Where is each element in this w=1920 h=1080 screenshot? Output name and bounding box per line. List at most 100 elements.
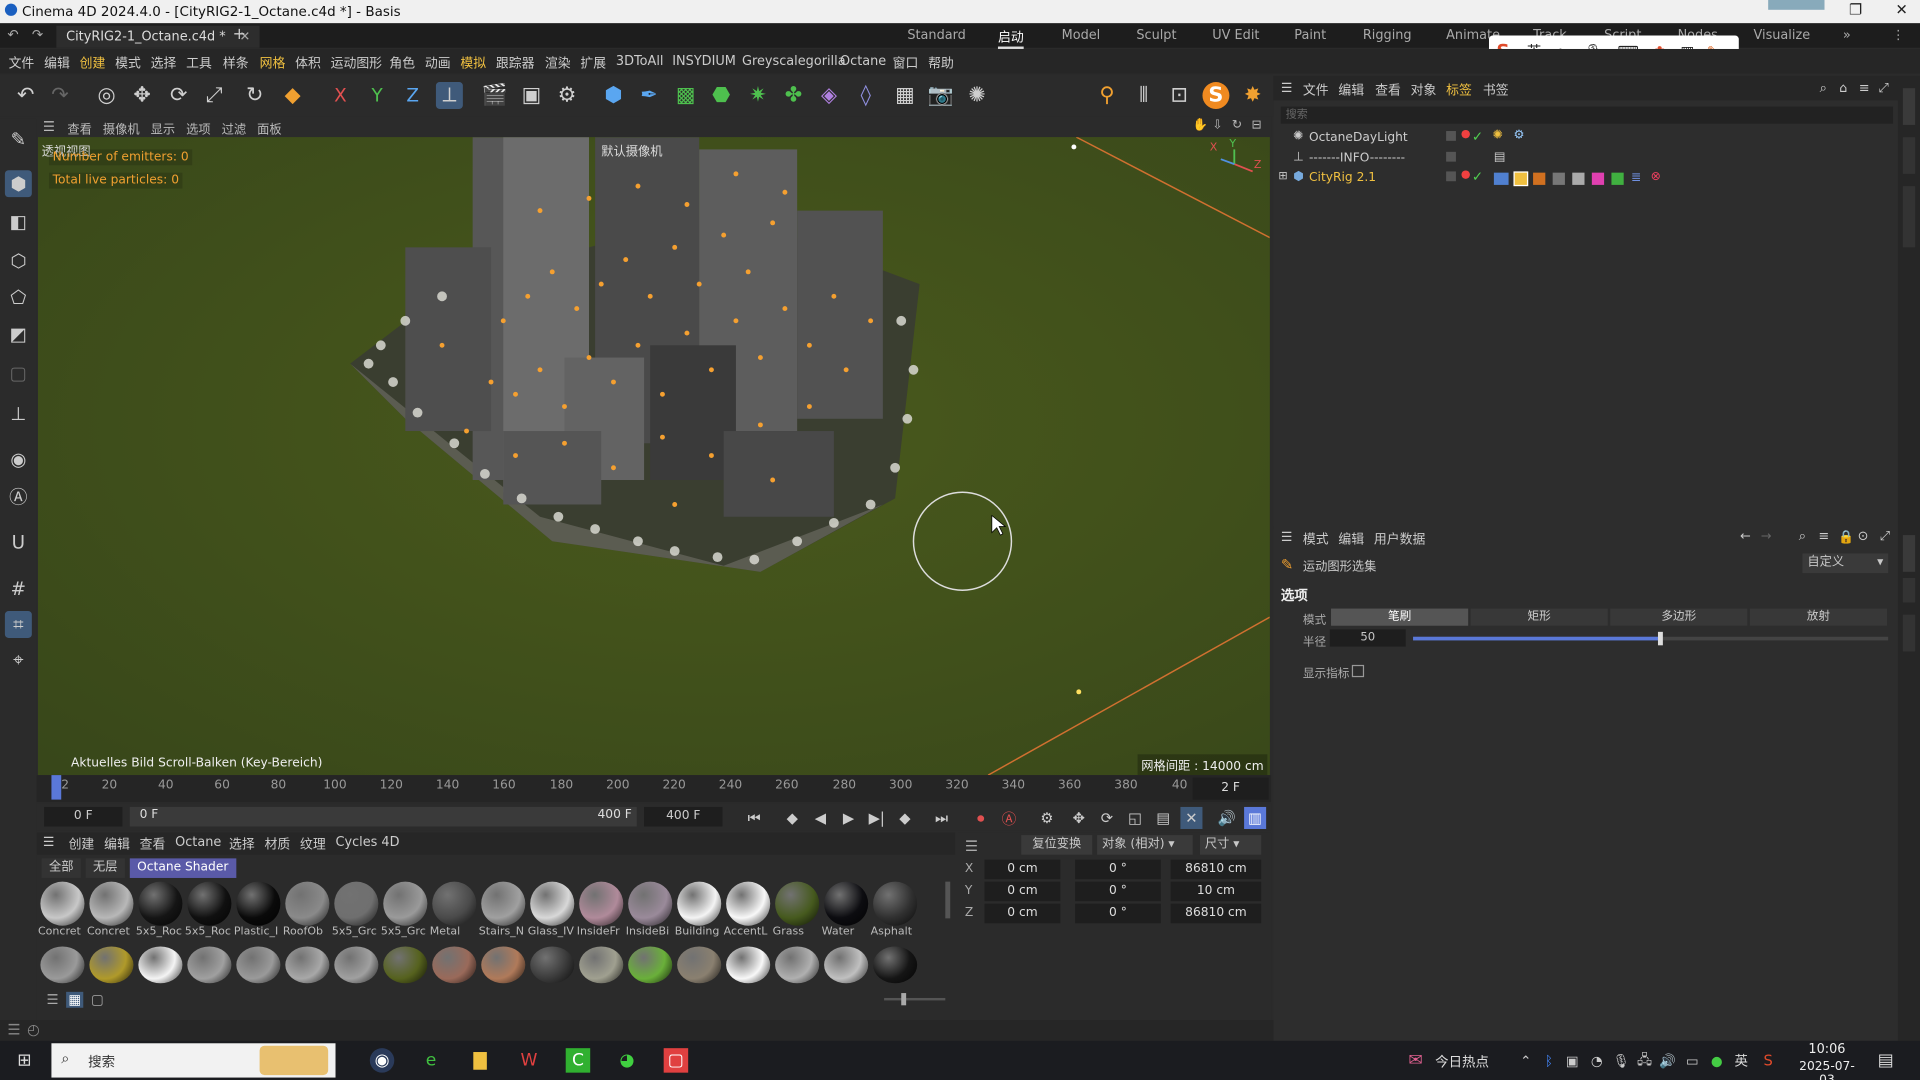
key-pla-icon[interactable]: ✕ bbox=[1180, 806, 1203, 829]
position-x-field[interactable]: 0 cm bbox=[984, 859, 1061, 880]
record-icon[interactable]: ⏺ bbox=[970, 807, 992, 829]
pen-spline-icon[interactable]: ✒ bbox=[636, 82, 663, 109]
uv-mode-icon[interactable]: ▢ bbox=[5, 360, 32, 387]
volume-icon[interactable]: 🔊 bbox=[1656, 1048, 1680, 1072]
annotation-tag-icon[interactable]: ▤ bbox=[1494, 151, 1506, 164]
filter-octane-shader[interactable]: Octane Shader bbox=[129, 858, 236, 878]
object-snap-icon[interactable]: ◆ bbox=[279, 82, 306, 109]
show-indicator-checkbox[interactable] bbox=[1351, 664, 1365, 678]
menu-window[interactable]: 窗口 bbox=[893, 54, 919, 72]
object-menu-tags[interactable]: 标签 bbox=[1446, 81, 1472, 99]
prev-key-icon[interactable]: ◆ bbox=[781, 807, 803, 829]
prev-frame-icon[interactable]: ◀ bbox=[809, 807, 831, 829]
key-position-icon[interactable]: ✥ bbox=[1068, 807, 1090, 829]
wechat-icon[interactable]: ◕ bbox=[615, 1048, 639, 1072]
menu-tracker[interactable]: 跟踪器 bbox=[496, 54, 535, 72]
reset-transform-button[interactable]: 复位变换 bbox=[1021, 835, 1093, 855]
windows-start-icon[interactable]: ⊞ bbox=[12, 1048, 36, 1072]
rotation-z-field[interactable]: 0 ° bbox=[1075, 903, 1161, 924]
timeline-mode-icon[interactable]: ▥ bbox=[1244, 806, 1267, 829]
live-select-icon[interactable]: ◎ bbox=[93, 82, 120, 109]
taskbar-time[interactable]: 10:06 bbox=[1793, 1042, 1862, 1057]
viewport-zoom-icon[interactable]: ⇩ bbox=[1212, 119, 1222, 132]
material-swatch[interactable]: 5x5_Grc bbox=[332, 881, 379, 941]
menu-file[interactable]: 文件 bbox=[9, 54, 35, 72]
axis-z-lock-icon[interactable]: Z bbox=[399, 82, 426, 109]
playhead-marker[interactable] bbox=[51, 775, 62, 800]
light-icon[interactable]: ✺ bbox=[964, 82, 991, 109]
sound-icon[interactable]: 🔊 bbox=[1216, 807, 1238, 829]
material-tag-icon[interactable] bbox=[1552, 172, 1565, 185]
layout-standard[interactable]: Standard bbox=[907, 28, 966, 43]
texture-mode-icon[interactable]: ◧ bbox=[5, 208, 32, 235]
frame-icon[interactable]: ⊡ bbox=[1166, 82, 1193, 109]
object-menu-view[interactable]: 查看 bbox=[1375, 81, 1401, 99]
workplane-icon[interactable]: # bbox=[5, 576, 32, 603]
green-app-icon[interactable]: C bbox=[565, 1048, 591, 1073]
undo-history-icon[interactable]: ↶ bbox=[7, 27, 18, 43]
coord-mode-dropdown[interactable]: 对象 (相对) ▾ bbox=[1097, 835, 1193, 855]
size-x-field[interactable]: 86810 cm bbox=[1170, 859, 1262, 880]
extrude-icon[interactable]: ⬣ bbox=[708, 82, 735, 109]
layout-more-icon[interactable]: » bbox=[1843, 28, 1851, 43]
menu-spline[interactable]: 样条 bbox=[223, 54, 249, 72]
layout-visualize[interactable]: Visualize bbox=[1753, 28, 1810, 43]
attribute-settings-icon[interactable]: ⊙ bbox=[1858, 529, 1869, 544]
viewport-menu-options[interactable]: 选项 bbox=[186, 119, 210, 137]
current-frame-field[interactable]: 2 F bbox=[1192, 777, 1269, 800]
back-arrow-icon[interactable]: ← bbox=[1740, 529, 1751, 544]
menu-mesh[interactable]: 网格 bbox=[260, 54, 286, 72]
mode-radial-button[interactable]: 放射 bbox=[1749, 608, 1887, 626]
material-swatch[interactable] bbox=[579, 946, 624, 1006]
menu-edit[interactable]: 编辑 bbox=[44, 54, 70, 72]
next-key-icon[interactable]: ◆ bbox=[894, 807, 916, 829]
news-label[interactable]: 今日热点 bbox=[1435, 1052, 1489, 1072]
object-home-icon[interactable]: ⌂ bbox=[1839, 81, 1847, 96]
object-search-input[interactable]: 搜索 bbox=[1280, 106, 1894, 124]
redo-history-icon[interactable]: ↷ bbox=[32, 27, 43, 43]
polygon-mode-icon[interactable]: ◩ bbox=[5, 321, 32, 348]
tray-chevron-icon[interactable]: ⌃ bbox=[1513, 1048, 1537, 1072]
attribute-filter-icon[interactable]: ≡ bbox=[1818, 529, 1829, 544]
size-y-field[interactable]: 10 cm bbox=[1170, 881, 1262, 902]
xpresso-tag-icon[interactable] bbox=[1493, 172, 1509, 185]
key-param-icon[interactable]: ▤ bbox=[1152, 807, 1174, 829]
dock-tab[interactable] bbox=[1902, 186, 1916, 248]
sogou-tray-icon[interactable]: S bbox=[1756, 1048, 1780, 1072]
viewport-menu-display[interactable]: 显示 bbox=[151, 119, 175, 137]
end-frame-field[interactable]: 400 F bbox=[644, 806, 723, 827]
material-swatch[interactable] bbox=[432, 946, 477, 1006]
size-mode-dropdown[interactable]: 尺寸 ▾ bbox=[1200, 835, 1262, 855]
plugin-s-icon[interactable]: S bbox=[1202, 82, 1230, 109]
material-swatch[interactable] bbox=[824, 946, 869, 1006]
menu-octane[interactable]: Octane bbox=[840, 54, 886, 69]
character-icon[interactable]: ⚲ bbox=[1093, 82, 1120, 109]
preset-dropdown[interactable]: 自定义 ▾ bbox=[1802, 553, 1889, 574]
cloner-icon[interactable]: ✷ bbox=[744, 82, 771, 109]
tray-icon[interactable]: ▣ bbox=[1560, 1048, 1584, 1072]
menu-character[interactable]: 角色 bbox=[389, 54, 415, 72]
material-menu-cycles4d[interactable]: Cycles 4D bbox=[336, 835, 400, 850]
material-scrollbar[interactable] bbox=[945, 881, 951, 919]
material-swatch[interactable] bbox=[481, 946, 526, 1006]
attribute-lock-icon[interactable]: 🔒 bbox=[1838, 529, 1854, 545]
document-tab[interactable]: CityRIG2-1_Octane.c4d * ✕ bbox=[56, 25, 261, 48]
attribute-search-icon[interactable]: ⌕ bbox=[1799, 529, 1806, 545]
forward-arrow-icon[interactable]: → bbox=[1761, 529, 1772, 544]
viewport-menu-panel[interactable]: 面板 bbox=[257, 119, 281, 137]
daylight-tag-icon[interactable]: ✺ bbox=[1493, 129, 1503, 142]
locked-workplane-icon[interactable]: ⌗ bbox=[4, 611, 32, 638]
material-swatch[interactable]: Concret bbox=[87, 881, 134, 941]
attribute-menu-edit[interactable]: 编辑 bbox=[1338, 530, 1364, 548]
notification-icon[interactable]: ▤ bbox=[1873, 1048, 1897, 1072]
coords-menu-icon[interactable]: ☰ bbox=[965, 838, 978, 855]
redo-icon[interactable]: ↷ bbox=[47, 82, 74, 109]
field-icon[interactable]: ◊ bbox=[852, 82, 879, 109]
goto-end-icon[interactable]: ⏭ bbox=[931, 807, 953, 829]
camera-icon[interactable]: 📷 bbox=[927, 82, 954, 109]
edit-mode-icon[interactable]: ✎ bbox=[5, 126, 32, 153]
material-swatch[interactable]: Grass bbox=[773, 881, 820, 941]
layout-model[interactable]: Model bbox=[1062, 28, 1101, 43]
axis-y-lock-icon[interactable]: Y bbox=[364, 82, 391, 109]
radius-slider[interactable] bbox=[1413, 631, 1889, 646]
